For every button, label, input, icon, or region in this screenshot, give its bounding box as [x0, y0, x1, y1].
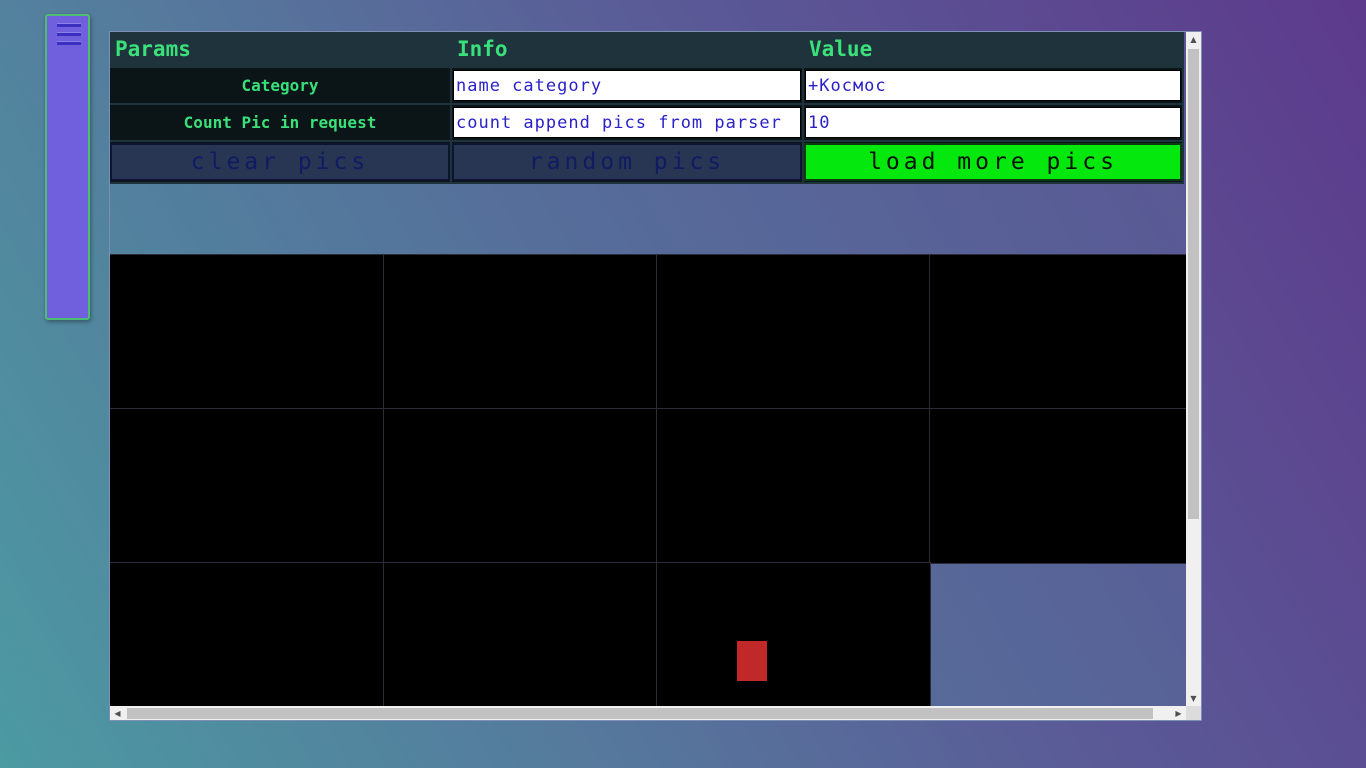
category-label: Category	[110, 68, 450, 103]
hamburger-icon	[57, 23, 81, 45]
random-cell: random pics	[452, 142, 802, 182]
category-value-cell	[804, 68, 1182, 103]
count-info-cell	[452, 105, 802, 140]
buttons-row: clear pics random pics load more pics	[110, 142, 1182, 182]
gallery-image-black-hole[interactable]	[110, 562, 384, 706]
params-table: Params Info Value Category Count Pic in …	[110, 32, 1184, 184]
count-value-cell	[804, 105, 1182, 140]
image-gallery	[110, 254, 1186, 706]
arrow-left-icon[interactable]: ◀	[110, 706, 125, 720]
street-sign	[737, 641, 767, 681]
scrollbar-corner	[1186, 706, 1201, 720]
header-value: Value	[804, 32, 1182, 66]
vertical-scrollbar[interactable]: ▲ ▼	[1186, 32, 1201, 706]
horizontal-scroll-thumb[interactable]	[127, 708, 1153, 719]
count-row: Count Pic in request	[110, 105, 1182, 140]
gallery-image-purple-sun[interactable]	[929, 254, 1186, 410]
gallery-image-dark-planet[interactable]	[383, 254, 658, 410]
menu-button[interactable]	[45, 14, 90, 320]
app-frame: Params Info Value Category Count Pic in …	[109, 31, 1202, 721]
scroll-viewport: Params Info Value Category Count Pic in …	[110, 32, 1186, 706]
count-info-field[interactable]	[453, 107, 801, 138]
gallery-image-galaxy-merger[interactable]	[110, 254, 384, 410]
clear-cell: clear pics	[110, 142, 450, 182]
gallery-image-exploding-star[interactable]	[656, 408, 931, 564]
gallery-image-planet-mountains[interactable]	[929, 408, 1186, 564]
header-info: Info	[452, 32, 802, 66]
category-value-input[interactable]	[805, 70, 1181, 101]
horizontal-scrollbar[interactable]: ◀ ▶	[110, 706, 1186, 720]
vertical-scroll-thumb[interactable]	[1188, 49, 1199, 519]
header-params: Params	[110, 32, 450, 66]
category-info-cell	[452, 68, 802, 103]
category-info-field[interactable]	[453, 70, 801, 101]
arrow-up-icon[interactable]: ▲	[1186, 32, 1201, 47]
header-row: Params Info Value	[110, 32, 1182, 66]
gallery-image-woman-street[interactable]	[656, 562, 931, 706]
gallery-image-lunar-mountains[interactable]	[383, 562, 658, 706]
load-more-pics-button[interactable]: load more pics	[804, 143, 1182, 181]
random-pics-button[interactable]: random pics	[452, 143, 802, 181]
arrow-down-icon[interactable]: ▼	[1186, 691, 1201, 706]
arrow-right-icon[interactable]: ▶	[1171, 706, 1186, 720]
category-row: Category	[110, 68, 1182, 103]
gallery-image-blue-horizon[interactable]	[110, 408, 384, 564]
count-value-input[interactable]	[805, 107, 1181, 138]
load-cell: load more pics	[804, 142, 1182, 182]
gallery-image-purple-nebula[interactable]	[383, 408, 658, 564]
clear-pics-button[interactable]: clear pics	[110, 143, 450, 181]
count-label: Count Pic in request	[110, 105, 450, 140]
gallery-image-red-glow[interactable]	[656, 254, 931, 410]
